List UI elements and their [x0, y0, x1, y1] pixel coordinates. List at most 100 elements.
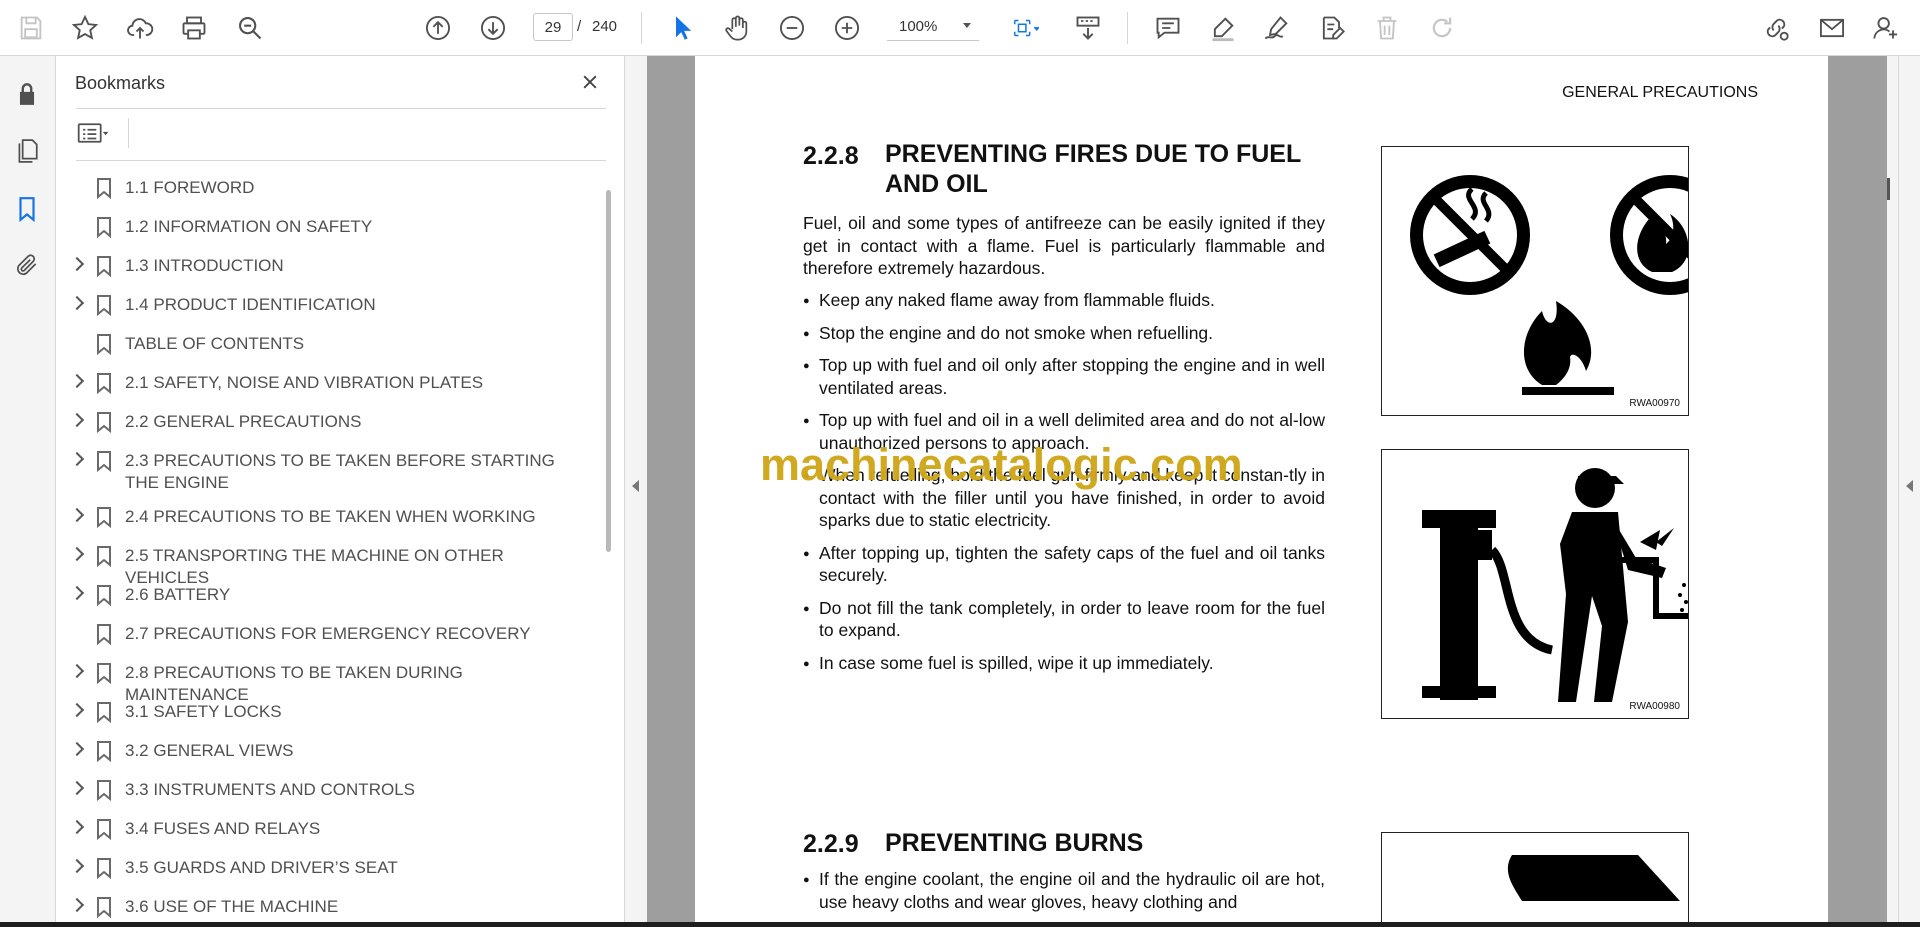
bookmark-options-button[interactable] [76, 119, 124, 147]
chevron-left-icon [632, 480, 639, 492]
bookmark-icon [95, 506, 113, 529]
page-down-icon[interactable] [476, 11, 510, 45]
bookmark-item[interactable]: 2.4 PRECAUTIONS TO BE TAKEN WHEN WORKING [56, 497, 604, 536]
bookmark-item[interactable]: 3.2 GENERAL VIEWS [56, 731, 604, 770]
bullet-item: Do not fill the tank completely, in orde… [803, 597, 1325, 642]
section-title-line: AND OIL [885, 170, 988, 198]
delete-icon[interactable] [1370, 11, 1404, 45]
page-number-input[interactable]: 29 [533, 13, 573, 41]
bookmark-item[interactable]: 2.6 BATTERY [56, 575, 604, 614]
bookmark-icon [95, 584, 113, 607]
bookmark-item[interactable]: 3.4 FUSES AND RELAYS [56, 809, 604, 848]
bookmark-icon [95, 255, 113, 278]
chevron-right-icon[interactable] [69, 546, 85, 562]
bookmark-item[interactable]: 1.3 INTRODUCTION [56, 246, 604, 285]
bookmark-label: 2.4 PRECAUTIONS TO BE TAKEN WHEN WORKING [125, 507, 536, 526]
bookmark-label: 3.4 FUSES AND RELAYS [125, 819, 321, 838]
bookmark-label: 1.2 INFORMATION ON SAFETY [125, 217, 373, 236]
close-icon[interactable] [576, 68, 604, 96]
chevron-right-icon[interactable] [69, 819, 85, 835]
chevron-right-icon[interactable] [69, 451, 85, 467]
bookmark-item[interactable]: 2.2 GENERAL PRECAUTIONS [56, 402, 604, 441]
warning-symbols-icon [1410, 175, 1730, 395]
bookmark-item[interactable]: TABLE OF CONTENTS [56, 324, 604, 363]
redo-icon[interactable] [1425, 11, 1459, 45]
sign-icon[interactable] [1260, 11, 1294, 45]
highlight-icon[interactable] [1206, 11, 1240, 45]
share-link-icon[interactable] [1759, 11, 1793, 45]
bookmark-list: 1.1 FOREWORD 1.2 INFORMATION ON SAFETY 1.3… [56, 168, 604, 922]
section-intro: Fuel, oil and some types of antifreeze c… [803, 213, 1325, 278]
collapse-right-panel-button[interactable] [1898, 56, 1920, 922]
zoom-in-icon[interactable] [830, 11, 864, 45]
bookmark-icon [95, 662, 113, 685]
bookmark-item[interactable]: 1.2 INFORMATION ON SAFETY [56, 207, 604, 246]
zoom-out-icon[interactable] [775, 11, 809, 45]
scrollbar-thumb[interactable] [1887, 178, 1890, 200]
chevron-right-icon[interactable] [69, 897, 85, 913]
chevron-right-icon[interactable] [69, 702, 85, 718]
bookmark-label: 3.2 GENERAL VIEWS [125, 741, 294, 760]
chevron-down-icon [963, 23, 971, 28]
chevron-right-icon[interactable] [69, 585, 85, 601]
figure-code: RWA00970 [1629, 398, 1680, 409]
bookmark-item[interactable]: 3.6 USE OF THE MACHINE [56, 887, 604, 922]
bookmark-item[interactable]: 1.4 PRODUCT IDENTIFICATION [56, 285, 604, 324]
chevron-right-icon[interactable] [69, 741, 85, 757]
bookmark-panel-icon[interactable] [11, 193, 43, 225]
attachment-icon[interactable] [11, 249, 43, 281]
collapse-left-panel-button[interactable] [625, 56, 647, 922]
left-navigation-rail [0, 56, 56, 922]
bookmark-item[interactable]: 2.7 PRECAUTIONS FOR EMERGENCY RECOVERY [56, 614, 604, 653]
bookmark-item[interactable]: 1.1 FOREWORD [56, 168, 604, 207]
page-thumbnails-icon[interactable] [11, 135, 43, 167]
chevron-right-icon[interactable] [69, 412, 85, 428]
bookmark-item[interactable]: 3.3 INSTRUMENTS AND CONTROLS [56, 770, 604, 809]
bullet-item: In case some fuel is spilled, wipe it up… [803, 652, 1325, 674]
divider [76, 160, 606, 161]
top-toolbar: 29 / 240 100% [0, 0, 1920, 56]
scroll-mode-icon[interactable] [1069, 11, 1107, 45]
bullet-list: If the engine coolant, the engine oil an… [803, 868, 1325, 922]
section-title-line: PREVENTING FIRES DUE TO FUEL [885, 140, 1302, 168]
chevron-right-icon[interactable] [69, 780, 85, 796]
comment-icon[interactable] [1151, 11, 1185, 45]
zoom-select[interactable]: 100% [887, 13, 979, 41]
bookmark-label: 2.2 GENERAL PRECAUTIONS [125, 412, 362, 431]
find-icon[interactable] [233, 11, 267, 45]
bookmark-scrollbar[interactable] [606, 190, 611, 552]
fill-sign-icon[interactable] [1315, 11, 1349, 45]
page-up-icon[interactable] [421, 11, 455, 45]
bookmark-item[interactable]: 3.5 GUARDS AND DRIVER’S SEAT [56, 848, 604, 887]
chevron-right-icon[interactable] [69, 858, 85, 874]
chevron-right-icon[interactable] [69, 507, 85, 523]
star-icon[interactable] [68, 11, 102, 45]
chevron-right-icon[interactable] [69, 256, 85, 272]
lock-icon[interactable] [11, 78, 43, 110]
bookmark-item[interactable]: 2.3 PRECAUTIONS TO BE TAKEN BEFORE START… [56, 441, 604, 497]
bookmark-label: TABLE OF CONTENTS [125, 334, 305, 353]
bookmark-icon [95, 216, 113, 239]
email-icon[interactable] [1815, 11, 1849, 45]
fit-page-icon[interactable] [1000, 11, 1050, 45]
bookmark-item[interactable]: 2.8 PRECAUTIONS TO BE TAKEN DURING MAINT… [56, 653, 604, 704]
cloud-upload-icon[interactable] [123, 11, 157, 45]
save-icon[interactable] [14, 11, 48, 45]
bookmark-item[interactable]: 2.1 SAFETY, NOISE AND VIBRATION PLATES [56, 363, 604, 402]
chevron-right-icon[interactable] [69, 663, 85, 679]
bookmark-item[interactable]: 2.5 TRANSPORTING THE MACHINE ON OTHER VE… [56, 536, 604, 587]
bookmark-icon [95, 411, 113, 434]
chevron-right-icon[interactable] [69, 373, 85, 389]
bookmarks-title: Bookmarks [75, 73, 166, 93]
burn-warning-figure [1381, 832, 1689, 922]
print-icon[interactable] [177, 11, 211, 45]
select-cursor-icon[interactable] [666, 11, 700, 45]
document-viewer[interactable]: GENERAL PRECAUTIONS 2.2.8 PREVENTING FIR… [647, 56, 1887, 922]
page-separator: / [577, 18, 582, 35]
bullet-item: If the engine coolant, the engine oil an… [803, 868, 1325, 913]
add-user-icon[interactable] [1869, 11, 1903, 45]
bookmark-item[interactable]: 3.1 SAFETY LOCKS [56, 692, 604, 731]
hand-icon[interactable] [720, 11, 754, 45]
chevron-right-icon[interactable] [69, 295, 85, 311]
bookmark-icon [95, 333, 113, 356]
